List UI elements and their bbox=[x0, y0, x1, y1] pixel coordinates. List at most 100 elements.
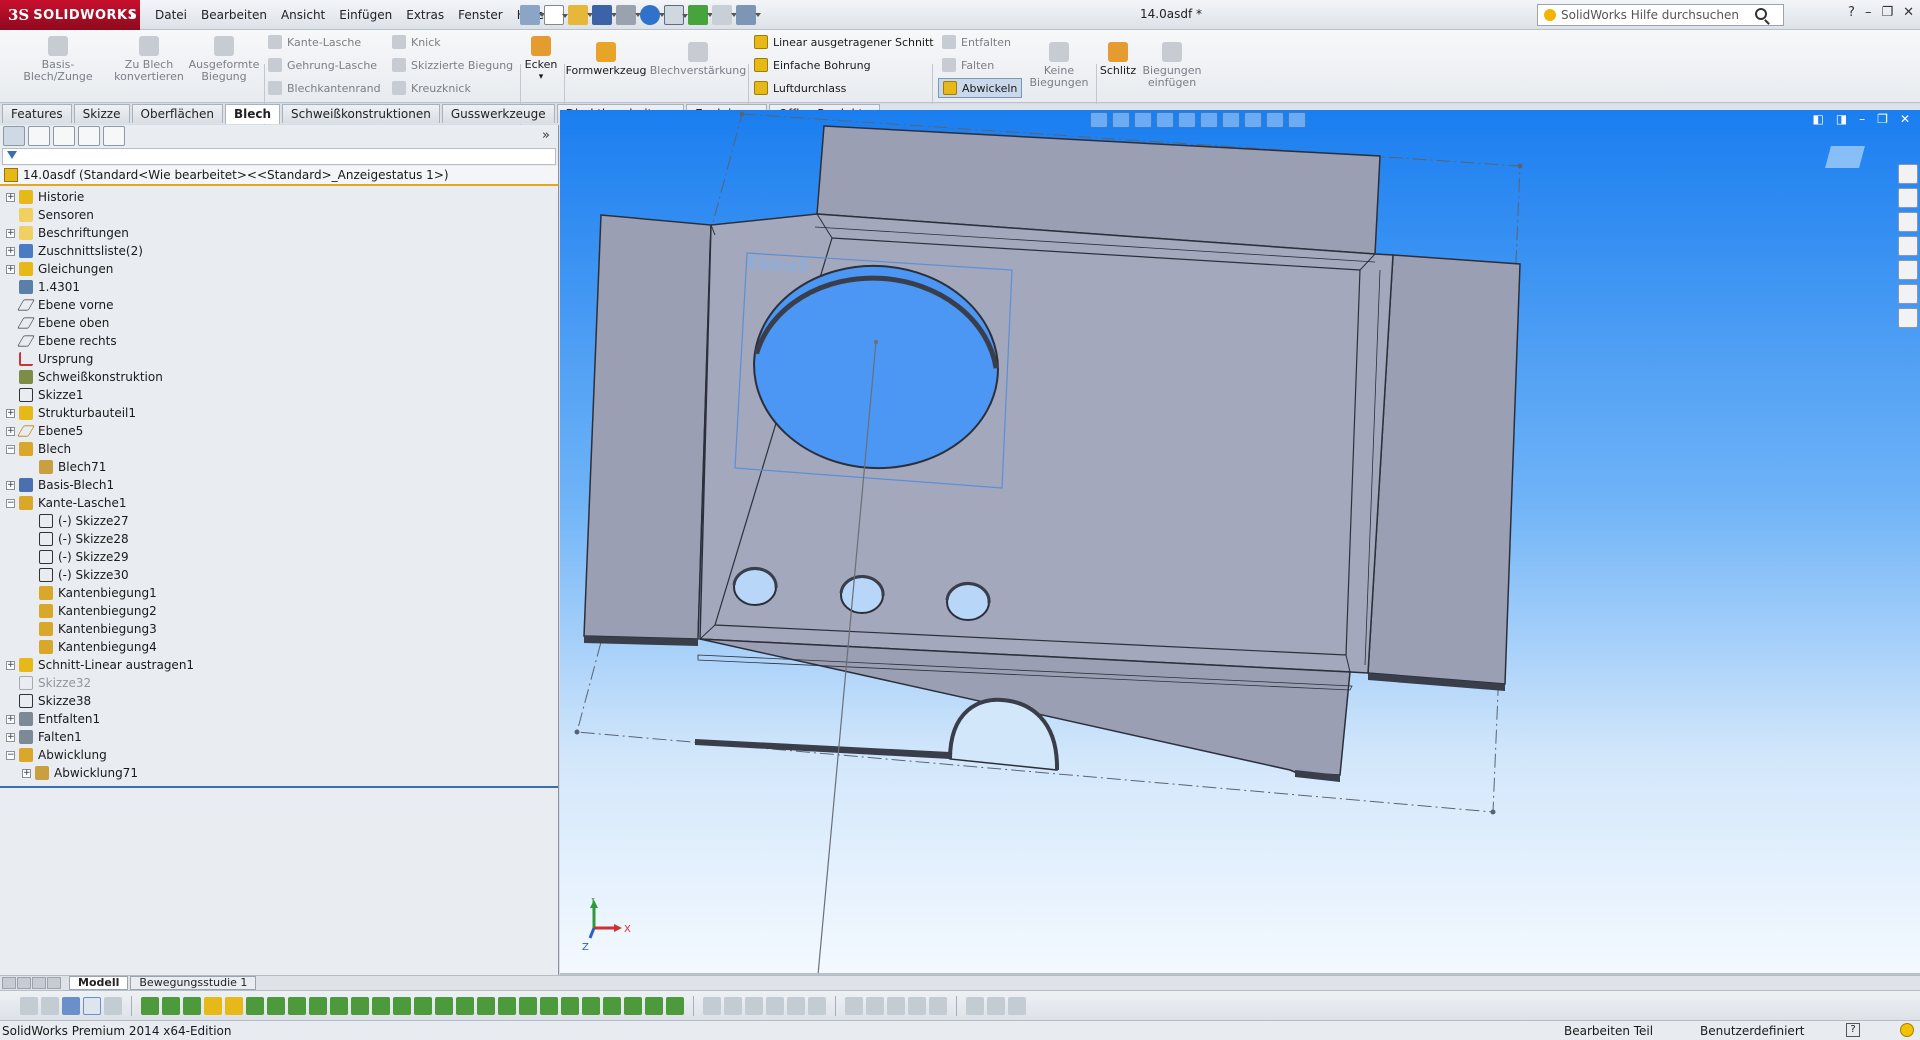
skizzierte-biegung-button[interactable]: Skizzierte Biegung bbox=[392, 55, 513, 75]
file-properties-icon[interactable] bbox=[712, 5, 737, 25]
select-cursor-icon[interactable] bbox=[83, 996, 101, 1015]
grid-icon[interactable] bbox=[987, 996, 1005, 1015]
filter-planes-icon[interactable] bbox=[246, 996, 264, 1015]
basis-blech-button[interactable]: Basis-Blech/Zunge bbox=[10, 36, 106, 83]
clear-filters-icon[interactable] bbox=[41, 996, 59, 1015]
keine-biegungen-button[interactable]: Keine Biegungen bbox=[1026, 42, 1092, 89]
tree-root-part[interactable]: 14.0asdf (Standard<Wie bearbeitet><<Stan… bbox=[0, 166, 558, 186]
filter-dimensions-icon[interactable] bbox=[351, 996, 369, 1015]
filter-surface-finish-icon[interactable] bbox=[372, 996, 390, 1015]
tree-item-material[interactable]: 1.4301 bbox=[0, 278, 558, 296]
tree-item-falten1[interactable]: + Falten1 bbox=[0, 728, 558, 746]
tree-filter-input[interactable] bbox=[2, 148, 556, 165]
collapse-icon[interactable]: − bbox=[6, 750, 15, 760]
formwerkzeug-button[interactable]: Formwerkzeug bbox=[566, 42, 646, 77]
tree-item-skizze29[interactable]: (-) Skizze29 bbox=[0, 548, 558, 566]
triangle-icon[interactable] bbox=[1008, 996, 1026, 1015]
linear-schnitt-button[interactable]: Linear ausgetragener Schnitt bbox=[754, 32, 934, 52]
rebuild-status-icon[interactable] bbox=[1900, 1023, 1914, 1037]
mirror-icon[interactable] bbox=[845, 996, 863, 1015]
tree-item-basis-blech1[interactable]: + Basis-Blech1 bbox=[0, 476, 558, 494]
expand-icon[interactable]: + bbox=[6, 714, 15, 724]
filter-routing-points-icon[interactable] bbox=[582, 996, 600, 1015]
expand-icon[interactable]: + bbox=[6, 426, 15, 436]
right-flange[interactable] bbox=[1367, 254, 1521, 685]
configurationmanager-icon[interactable] bbox=[53, 126, 75, 146]
tree-item-kantenbiegung3[interactable]: Kantenbiegung3 bbox=[0, 620, 558, 638]
expand-icon[interactable]: + bbox=[6, 480, 15, 490]
tree-item-gleichungen[interactable]: + Gleichungen bbox=[0, 260, 558, 278]
unit-system[interactable]: Benutzerdefiniert bbox=[1700, 1024, 1804, 1038]
tree-item-kantenbiegung4[interactable]: Kantenbiegung4 bbox=[0, 638, 558, 656]
expand-icon[interactable]: + bbox=[22, 768, 31, 778]
menu-ansicht[interactable]: Ansicht bbox=[274, 6, 332, 24]
new-document-icon[interactable] bbox=[544, 5, 568, 25]
corner-icon[interactable] bbox=[908, 996, 926, 1015]
tree-item-beschriftungen[interactable]: + Beschriftungen bbox=[0, 224, 558, 242]
tree-item-skizze28[interactable]: (-) Skizze28 bbox=[0, 530, 558, 548]
collapse-icon[interactable]: − bbox=[6, 444, 15, 454]
tree-item-ursprung[interactable]: Ursprung bbox=[0, 350, 558, 368]
kante-lasche-button[interactable]: Kante-Lasche bbox=[268, 32, 361, 52]
tree-item-strukturbauteil1[interactable]: + Strukturbauteil1 bbox=[0, 404, 558, 422]
einfache-bohrung-button[interactable]: Einfache Bohrung bbox=[754, 55, 871, 75]
ecken-dropdown-icon[interactable]: ▾ bbox=[539, 71, 544, 83]
restore-icon[interactable]: ❐ bbox=[1881, 5, 1893, 20]
tab-schweisskonstruktionen[interactable]: Schweißkonstruktionen bbox=[282, 104, 440, 123]
construction-line-icon[interactable] bbox=[887, 996, 905, 1015]
filter-sketch-segments-icon[interactable] bbox=[288, 996, 306, 1015]
filter-connection-points-icon[interactable] bbox=[561, 996, 579, 1015]
perpendicular-icon[interactable] bbox=[929, 996, 947, 1015]
filter-toggle-icon[interactable] bbox=[20, 996, 38, 1015]
filter-datum-features-icon[interactable] bbox=[435, 996, 453, 1015]
tree-item-blech[interactable]: − Blech bbox=[0, 440, 558, 458]
filter-silhouette-icon[interactable] bbox=[666, 996, 684, 1015]
tree-item-ebene5[interactable]: + Ebene5 bbox=[0, 422, 558, 440]
menu-extras[interactable]: Extras bbox=[399, 6, 451, 24]
trim-icon[interactable] bbox=[787, 996, 805, 1015]
select-all-filters-icon[interactable] bbox=[62, 996, 80, 1015]
polygon-icon[interactable] bbox=[766, 996, 784, 1015]
next-tab-icon[interactable] bbox=[32, 977, 46, 989]
abwickeln-button[interactable]: Abwickeln bbox=[938, 78, 1023, 98]
angle-icon[interactable] bbox=[808, 996, 826, 1015]
pin-icon[interactable] bbox=[520, 5, 545, 25]
tree-item-entfalten1[interactable]: + Entfalten1 bbox=[0, 710, 558, 728]
filter-blocks-icon[interactable] bbox=[519, 996, 537, 1015]
tree-item-skizze1[interactable]: Skizze1 bbox=[0, 386, 558, 404]
filter-mesh-icon[interactable] bbox=[603, 996, 621, 1015]
dimxpert-icon[interactable] bbox=[78, 126, 100, 146]
undo-icon[interactable] bbox=[640, 5, 665, 25]
open-folder-icon[interactable] bbox=[568, 5, 593, 25]
tree-item-ebene-rechts[interactable]: Ebene rechts bbox=[0, 332, 558, 350]
status-help-icon[interactable]: ? bbox=[1846, 1023, 1860, 1037]
knick-button[interactable]: Knick bbox=[392, 32, 441, 52]
search-icon[interactable] bbox=[1755, 8, 1767, 20]
tab-gusswerkzeuge[interactable]: Gusswerkzeuge bbox=[441, 104, 555, 123]
expand-icon[interactable]: + bbox=[6, 660, 15, 670]
tree-item-sensoren[interactable]: Sensoren bbox=[0, 206, 558, 224]
tree-item-kantenbiegung1[interactable]: Kantenbiegung1 bbox=[0, 584, 558, 602]
ecken-button[interactable]: Ecken ▾ bbox=[522, 36, 560, 83]
tree-item-schnitt-linear[interactable]: + Schnitt-Linear austragen1 bbox=[0, 656, 558, 674]
rebuild-icon[interactable] bbox=[688, 5, 713, 25]
first-tab-icon[interactable] bbox=[2, 977, 16, 989]
options-icon[interactable] bbox=[736, 5, 761, 25]
tab-features[interactable]: Features bbox=[2, 104, 72, 123]
tree-item-ebene-vorne[interactable]: Ebene vorne bbox=[0, 296, 558, 314]
dimension-icon[interactable] bbox=[966, 996, 984, 1015]
filter-edges-icon[interactable] bbox=[141, 996, 159, 1015]
prev-tab-icon[interactable] bbox=[17, 977, 31, 989]
tree-item-blech71[interactable]: Blech71 bbox=[0, 458, 558, 476]
solidworks-logo[interactable]: 3S SOLIDWORKS bbox=[0, 0, 140, 30]
filter-geometric-tolerance-icon[interactable] bbox=[393, 996, 411, 1015]
blechkantenrand-button[interactable]: Blechkantenrand bbox=[268, 78, 381, 98]
filter-surface-bodies-icon[interactable] bbox=[183, 996, 201, 1015]
filter-sketch-points-icon[interactable] bbox=[267, 996, 285, 1015]
tab-skizze[interactable]: Skizze bbox=[73, 104, 130, 123]
featuremanager-tree-icon[interactable] bbox=[3, 126, 25, 146]
filter-faces-icon[interactable] bbox=[162, 996, 180, 1015]
expand-icon[interactable]: + bbox=[6, 264, 15, 274]
tree-item-kante-lasche1[interactable]: − Kante-Lasche1 bbox=[0, 494, 558, 512]
sketch-point-icon[interactable] bbox=[703, 996, 721, 1015]
